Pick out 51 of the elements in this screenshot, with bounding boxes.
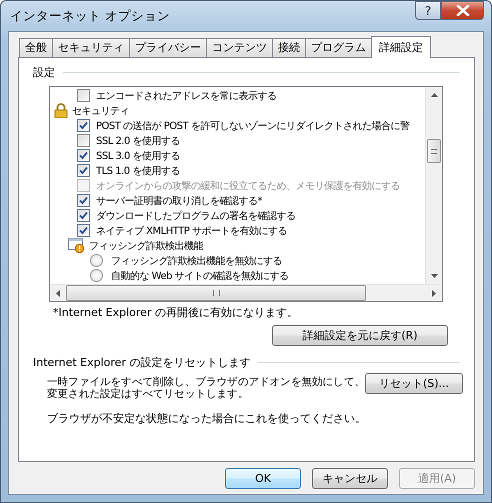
scroll-down-icon[interactable] — [430, 274, 438, 278]
category-label: フィッシング詐欺検出機能 — [89, 240, 203, 252]
option-label: ダウンロードしたプログラムの署名を確認する — [96, 210, 296, 222]
help-button[interactable]: ? — [415, 1, 441, 20]
group-label: Internet Explorer の設定をリセットします — [33, 355, 250, 370]
dialog-button[interactable]: OK — [225, 468, 301, 488]
scroll-right-icon[interactable] — [432, 290, 436, 296]
category-label: セキュリティ — [72, 104, 129, 118]
restart-note: *Internet Explorer の再開後に有効になります。 — [53, 305, 299, 320]
option-label: オンラインからの攻撃の緩和に役立てるため、メモリ保護を有効にする — [96, 180, 400, 192]
dialog-button[interactable]: キャンセル — [312, 468, 388, 488]
tab[interactable]: プライバシー — [129, 38, 207, 57]
option-label: TLS 1.0 を使用する — [96, 164, 180, 178]
radio-button[interactable] — [90, 269, 103, 282]
option-label: 自動的な Web サイトの確認を無効にする — [111, 270, 289, 282]
reset-button[interactable]: リセット(S)... — [365, 373, 464, 394]
checkbox[interactable] — [77, 194, 90, 207]
checkbox[interactable] — [77, 119, 90, 132]
checkbox[interactable] — [77, 149, 90, 162]
close-button[interactable] — [441, 1, 484, 20]
checkbox[interactable] — [77, 224, 90, 237]
window-title: インターネット オプション — [9, 8, 170, 24]
checkbox[interactable] — [77, 134, 90, 147]
option-label: フィッシング詐欺検出機能を無効にする — [111, 254, 282, 268]
scroll-up-icon[interactable] — [430, 93, 438, 97]
tab[interactable]: 全般 — [19, 38, 53, 57]
reset-hint: ブラウザが不安定な状態になった場合にこれを使ってください。 — [47, 411, 367, 426]
restore-defaults-button[interactable]: 詳細設定を元に戻す(R) — [272, 325, 448, 346]
option-label: POST の送信が POST を許可しないゾーンにリダイレクトされた場合に警 — [96, 120, 410, 132]
option-label: エンコードされたアドレスを常に表示する — [96, 90, 276, 102]
warning-window-icon — [68, 238, 85, 253]
close-icon — [456, 5, 470, 16]
option-label: SSL 3.0 を使用する — [96, 150, 180, 162]
checkbox[interactable] — [77, 209, 90, 222]
option-label: SSL 2.0 を使用する — [96, 134, 180, 148]
radio-button[interactable] — [90, 254, 103, 267]
option-label: サーバー証明書の取り消しを確認する* — [96, 194, 262, 208]
reset-description: 一時ファイルをすべて削除し、ブラウザのアドオンを無効にして、 変更された設定はすべてリセットします。 — [47, 376, 366, 400]
tab[interactable]: コンテンツ — [206, 38, 273, 57]
tab[interactable]: プログラム — [305, 38, 372, 57]
scroll-left-icon[interactable] — [56, 290, 60, 296]
lock-icon — [54, 103, 68, 118]
tab[interactable]: セキュリティ — [52, 38, 130, 57]
option-label: ネイティブ XMLHTTP サポートを有効にする — [96, 224, 287, 238]
group-label: 設定 — [33, 65, 55, 80]
tab[interactable]: 接続 — [272, 38, 306, 57]
vertical-scrollbar[interactable] — [425, 87, 442, 284]
checkbox[interactable] — [77, 89, 90, 102]
checkbox[interactable] — [77, 164, 90, 177]
horizontal-scrollbar[interactable] — [50, 284, 442, 301]
tab[interactable]: 詳細設定 — [371, 36, 431, 58]
